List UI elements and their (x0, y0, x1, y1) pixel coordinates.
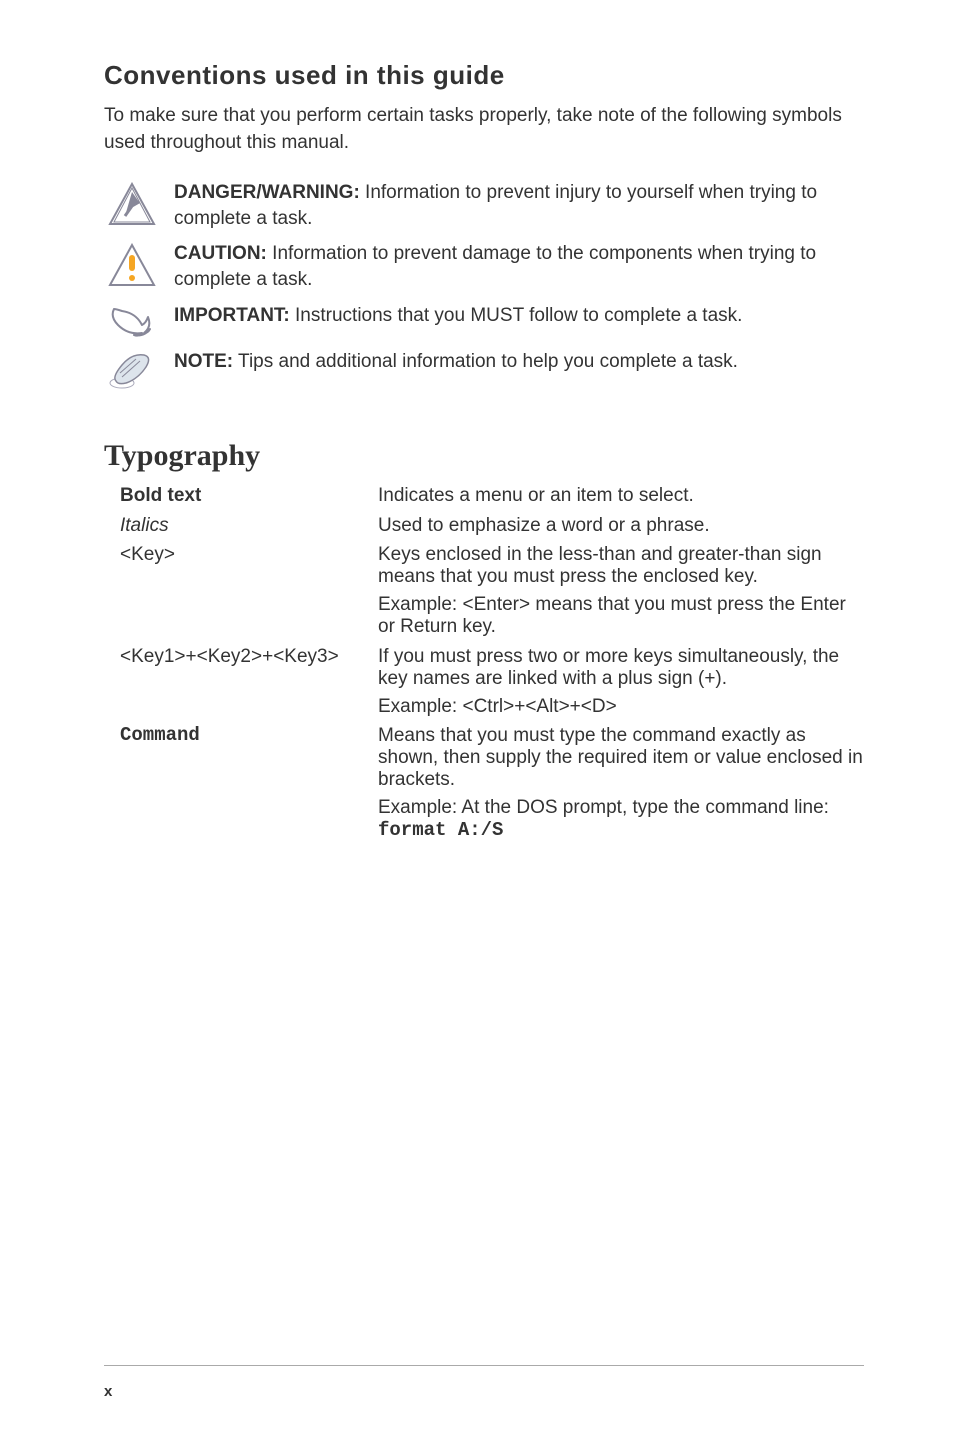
alert-caution-body: Information to prevent damage to the com… (174, 243, 816, 290)
alert-caution: CAUTION: Information to prevent damage t… (104, 241, 864, 292)
typo-def-command-2: Example: At the DOS prompt, type the com… (378, 797, 864, 842)
important-icon (104, 303, 160, 339)
footer-rule (104, 1365, 864, 1366)
typo-def-command-2b: format A:/S (378, 819, 503, 841)
typo-term-key: <Key> (104, 544, 378, 643)
alert-note: NOTE: Tips and additional information to… (104, 349, 864, 391)
typo-def-key-1: Keys enclosed in the less-than and great… (378, 544, 864, 588)
alert-danger-text: DANGER/WARNING: Information to prevent i… (160, 180, 864, 231)
alert-note-text: NOTE: Tips and additional information to… (160, 349, 742, 375)
alert-danger: DANGER/WARNING: Information to prevent i… (104, 180, 864, 231)
typo-def-keys3-1: If you must press two or more keys simul… (378, 646, 864, 690)
danger-icon (104, 180, 160, 226)
alert-caution-lead: CAUTION: (174, 243, 267, 264)
typo-row-bold: Bold text Indicates a menu or an item to… (104, 485, 864, 513)
typo-row-key: <Key> Keys enclosed in the less-than and… (104, 544, 864, 643)
section-heading: Conventions used in this guide (104, 60, 864, 91)
alert-danger-lead: DANGER/WARNING: (174, 182, 360, 203)
typo-row-italics: Italics Used to emphasize a word or a ph… (104, 515, 864, 543)
typo-term-italics: Italics (104, 515, 378, 543)
page-number: x (104, 1383, 112, 1400)
note-icon (104, 349, 160, 391)
typo-def-command-1: Means that you must type the command exa… (378, 725, 864, 791)
alert-caution-text: CAUTION: Information to prevent damage t… (160, 241, 864, 292)
typo-row-command: Command Means that you must type the com… (104, 725, 864, 847)
typo-row-keys3: <Key1>+<Key2>+<Key3> If you must press t… (104, 646, 864, 724)
alert-important-text: IMPORTANT: Instructions that you MUST fo… (160, 303, 746, 329)
alert-important-lead: IMPORTANT: (174, 305, 290, 326)
typo-def-keys3-2: Example: <Ctrl>+<Alt>+<D> (378, 696, 864, 718)
alert-note-body: Tips and additional information to help … (233, 351, 738, 372)
typo-def-italics: Used to emphasize a word or a phrase. (378, 515, 864, 537)
alert-note-lead: NOTE: (174, 351, 233, 372)
caution-icon (104, 241, 160, 287)
typo-def-key-2: Example: <Enter> means that you must pre… (378, 594, 864, 638)
alert-important-body: Instructions that you MUST follow to com… (290, 305, 743, 326)
typo-term-bold: Bold text (104, 485, 378, 513)
typography-heading: Typography (104, 439, 864, 473)
typo-def-command-2a: Example: At the DOS prompt, type the com… (378, 797, 829, 818)
typo-term-command: Command (104, 725, 378, 847)
alert-important: IMPORTANT: Instructions that you MUST fo… (104, 303, 864, 339)
typo-term-keys3: <Key1>+<Key2>+<Key3> (104, 646, 378, 724)
typography-table: Bold text Indicates a menu or an item to… (104, 485, 864, 848)
intro-paragraph: To make sure that you perform certain ta… (104, 103, 864, 156)
typo-def-bold: Indicates a menu or an item to select. (378, 485, 864, 507)
